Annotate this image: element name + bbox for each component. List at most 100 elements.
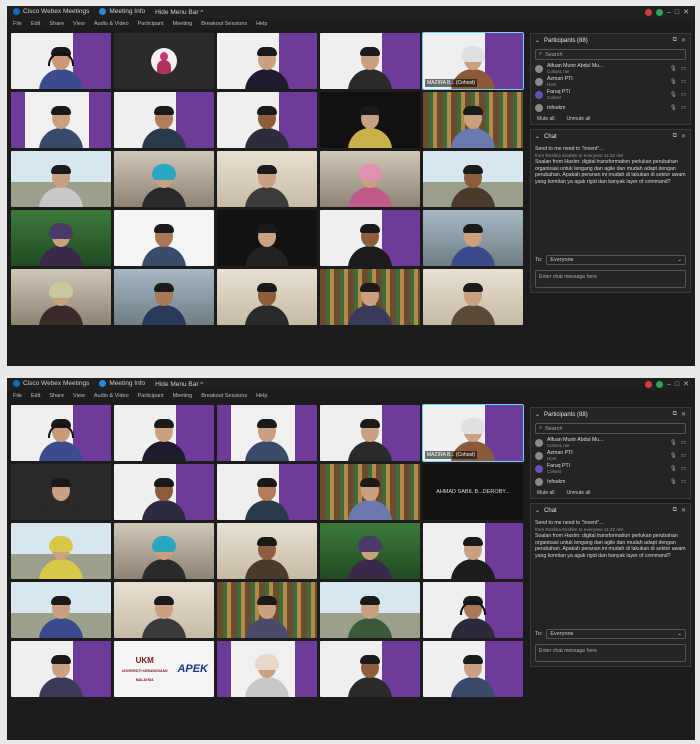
video-tile[interactable] xyxy=(423,582,523,638)
video-camera-icon[interactable]: ▭ xyxy=(681,92,686,98)
video-camera-icon[interactable]: ▭ xyxy=(681,453,686,459)
video-tile[interactable] xyxy=(320,641,420,697)
connection-icon[interactable] xyxy=(655,8,663,16)
chat-collapse-icon[interactable]: ⌄ xyxy=(535,507,540,514)
menu-item[interactable]: Share xyxy=(49,21,64,27)
recipient-select[interactable]: Everyone ⌄ xyxy=(546,255,686,265)
menu-item[interactable]: View xyxy=(73,393,85,399)
video-tile[interactable] xyxy=(320,582,420,638)
microphone-icon[interactable]: 🎙 xyxy=(670,453,677,459)
video-tile[interactable] xyxy=(423,151,523,207)
recipient-select[interactable]: Everyone ⌄ xyxy=(546,629,686,639)
video-tile[interactable] xyxy=(217,405,317,461)
participant-row[interactable]: Alfuan Munir Abdul Mu... Cohost, me 🎙 ▭ xyxy=(531,62,690,75)
video-tile[interactable] xyxy=(114,464,214,520)
hide-menu-bar-button[interactable]: Hide Menu Bar ^ xyxy=(155,9,203,16)
video-tile[interactable] xyxy=(114,151,214,207)
menu-item[interactable]: Participant xyxy=(138,21,164,27)
menu-item[interactable]: Edit xyxy=(31,21,40,27)
participant-row[interactable]: Infoukm 🎙 ▭ xyxy=(531,475,690,488)
connection-icon[interactable] xyxy=(655,380,663,388)
video-tile[interactable] xyxy=(423,210,523,266)
video-tile[interactable] xyxy=(320,464,420,520)
chat-message-input[interactable]: Enter chat message here xyxy=(535,270,686,288)
menu-item[interactable]: Edit xyxy=(31,393,40,399)
participant-row[interactable]: Faruq PTI Cohost 🎙 ▭ xyxy=(531,462,690,475)
menu-item[interactable]: Share xyxy=(49,393,64,399)
microphone-icon[interactable]: 🎙 xyxy=(670,440,677,446)
participant-row[interactable]: Azman PTI Host 🎙 ▭ xyxy=(531,449,690,462)
microphone-icon[interactable]: 🎙 xyxy=(670,479,677,485)
video-tile[interactable] xyxy=(217,582,317,638)
menu-item[interactable]: Help xyxy=(256,393,267,399)
video-tile[interactable] xyxy=(11,151,111,207)
menu-item[interactable]: File xyxy=(13,21,22,27)
maximize-icon[interactable]: □ xyxy=(675,9,679,16)
video-tile[interactable] xyxy=(114,210,214,266)
video-tile[interactable]: MAZIRA B... (Cohost) xyxy=(422,32,524,90)
video-tile[interactable]: AHMAD SABIL B...DEROBY... xyxy=(423,464,523,520)
menu-item[interactable]: Breakout Sessions xyxy=(201,393,247,399)
close-icon[interactable]: ✕ xyxy=(683,8,689,16)
video-tile[interactable] xyxy=(114,92,214,148)
microphone-icon[interactable]: 🎙 xyxy=(670,66,677,72)
chat-message-input[interactable]: Enter chat message here xyxy=(535,644,686,662)
close-panel-icon[interactable]: ✕ xyxy=(681,411,686,418)
popout-icon[interactable]: ⧉ xyxy=(673,37,677,44)
unmute-all-button[interactable]: Unmute all xyxy=(567,490,591,496)
video-tile[interactable]: MAZIRA B... (Cohost) xyxy=(422,404,524,462)
video-tile[interactable] xyxy=(320,210,420,266)
video-tile[interactable] xyxy=(320,405,420,461)
participant-search-input[interactable]: ⌕ Search xyxy=(535,423,686,434)
meeting-info-button[interactable]: Meeting Info xyxy=(99,8,145,16)
video-tile[interactable] xyxy=(11,33,111,89)
video-tile[interactable] xyxy=(217,92,317,148)
participant-row[interactable]: Infoukm 🎙 ▭ xyxy=(531,101,690,114)
video-tile[interactable] xyxy=(217,33,317,89)
video-tile[interactable]: UKM UNIVERSITI KEBANGSAAN MALAYSIA APEK xyxy=(114,641,214,697)
video-tile[interactable] xyxy=(217,641,317,697)
video-tile[interactable] xyxy=(11,92,111,148)
menu-item[interactable]: File xyxy=(13,393,22,399)
video-tile[interactable] xyxy=(11,641,111,697)
video-tile[interactable] xyxy=(320,523,420,579)
participant-row[interactable]: Faruq PTI Cohost 🎙 ▭ xyxy=(531,88,690,101)
close-panel-icon[interactable]: ✕ xyxy=(681,37,686,44)
recording-icon[interactable] xyxy=(644,8,652,16)
video-tile[interactable] xyxy=(320,151,420,207)
microphone-icon[interactable]: 🎙 xyxy=(670,79,677,85)
mute-all-button[interactable]: Mute all xyxy=(537,116,555,122)
close-panel-icon[interactable]: ✕ xyxy=(681,507,686,514)
video-tile[interactable] xyxy=(114,523,214,579)
menu-item[interactable]: Meeting xyxy=(173,21,193,27)
popout-icon[interactable]: ⧉ xyxy=(673,507,677,514)
video-camera-icon[interactable]: ▭ xyxy=(681,105,686,111)
menu-item[interactable]: Help xyxy=(256,21,267,27)
video-tile[interactable] xyxy=(423,523,523,579)
hide-menu-bar-button[interactable]: Hide Menu Bar ^ xyxy=(155,381,203,388)
close-icon[interactable]: ✕ xyxy=(683,380,689,388)
minimize-icon[interactable]: – xyxy=(667,9,671,16)
maximize-icon[interactable]: □ xyxy=(675,381,679,388)
participant-row[interactable]: Azman PTI Host 🎙 ▭ xyxy=(531,75,690,88)
video-tile[interactable] xyxy=(217,151,317,207)
video-tile[interactable] xyxy=(11,210,111,266)
unmute-all-button[interactable]: Unmute all xyxy=(567,116,591,122)
video-camera-icon[interactable]: ▭ xyxy=(681,79,686,85)
menu-item[interactable]: Participant xyxy=(138,393,164,399)
video-tile[interactable] xyxy=(11,523,111,579)
video-tile[interactable] xyxy=(217,269,317,325)
close-panel-icon[interactable]: ✕ xyxy=(681,133,686,140)
video-tile[interactable] xyxy=(114,582,214,638)
video-tile[interactable] xyxy=(320,269,420,325)
video-camera-icon[interactable]: ▭ xyxy=(681,66,686,72)
video-tile[interactable] xyxy=(217,464,317,520)
video-tile[interactable] xyxy=(11,464,111,520)
menu-item[interactable]: Meeting xyxy=(173,393,193,399)
video-tile[interactable] xyxy=(217,210,317,266)
participant-row[interactable]: Alfuan Munir Abdul Mu... Cohost, me 🎙 ▭ xyxy=(531,436,690,449)
chat-collapse-icon[interactable]: ⌄ xyxy=(535,133,540,140)
video-tile[interactable] xyxy=(320,92,420,148)
microphone-icon[interactable]: 🎙 xyxy=(670,92,677,98)
popout-icon[interactable]: ⧉ xyxy=(673,411,677,418)
